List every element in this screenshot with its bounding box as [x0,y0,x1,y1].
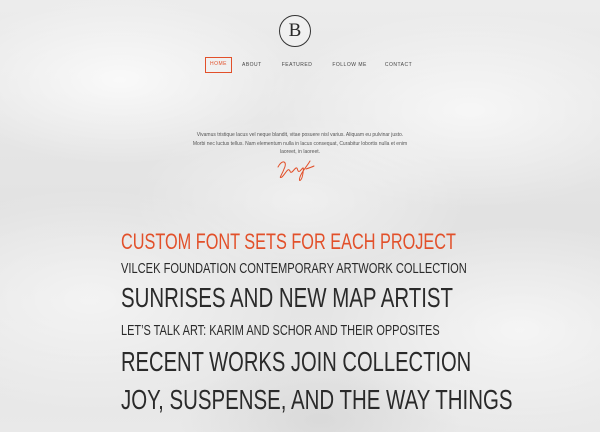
headline-item[interactable]: SUNRISES AND NEW MAP ARTIST [121,281,464,321]
nav-item-about[interactable]: About [236,57,268,73]
headline-featured[interactable]: CUSTOM FONT SETS FOR EACH PROJECT [121,229,469,259]
nav-item-featured[interactable]: Featured [276,57,319,73]
nav-item-home[interactable]: Home [205,57,232,73]
logo-letter: B [288,20,302,41]
logo[interactable]: B [279,15,311,47]
signature-icon [277,160,315,181]
nav-item-follow-me[interactable]: Follow Me [326,57,373,73]
main-nav: Home About Featured Follow Me Contact [205,57,418,73]
headline-item[interactable]: LET’S TALK ART: KARIM AND SCHOR AND THEI… [121,321,464,345]
nav-item-contact[interactable]: Contact [379,57,418,73]
headline-item[interactable]: VILCEK FOUNDATION CONTEMPORARY ARTWORK C… [121,259,469,281]
headline-list: CUSTOM FONT SETS FOR EACH PROJECT VILCEK… [121,229,591,419]
headline-item[interactable]: RECENT WORKS JOIN COLLECTION [121,345,471,383]
headline-item[interactable]: JOY, SUSPENSE, AND THE WAY THINGS [121,383,512,419]
